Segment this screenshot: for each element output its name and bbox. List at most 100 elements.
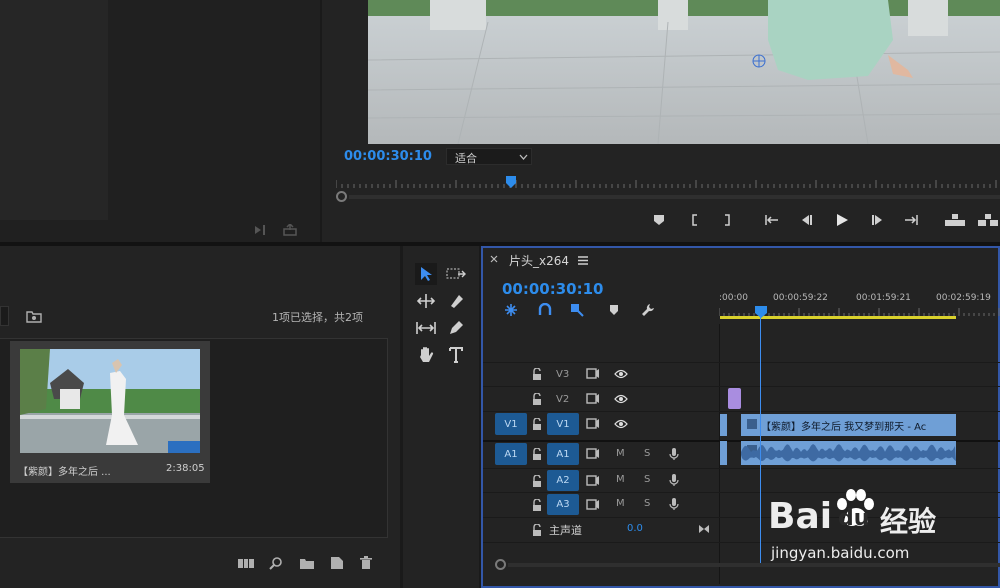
- selection-info: 1项已选择，共2项: [272, 311, 363, 324]
- track-target-a1[interactable]: A1: [547, 443, 579, 465]
- v1-clip[interactable]: 【紫颜】多年之后 我又梦到那天 - Ac: [741, 414, 956, 436]
- fit-dropdown[interactable]: 适合: [446, 148, 532, 165]
- track-label-v2: V2: [556, 394, 570, 405]
- mark-in-icon[interactable]: [689, 213, 701, 227]
- eye-icon[interactable]: [613, 392, 629, 405]
- step-forward-icon[interactable]: [870, 213, 886, 227]
- project-grid-area: 【紫颜】多年之后 ... 2:38:05: [0, 338, 388, 538]
- track-select-tool-icon[interactable]: [445, 264, 467, 284]
- sync-lock-icon[interactable]: [586, 498, 600, 511]
- program-ruler[interactable]: [336, 176, 1000, 190]
- v1-clip-small[interactable]: [720, 414, 727, 436]
- v2-clip[interactable]: [728, 388, 741, 409]
- microphone-icon[interactable]: [668, 496, 680, 511]
- ruler-tick-label: :00:00: [719, 293, 748, 303]
- automate-to-sequence-icon[interactable]: [236, 555, 256, 571]
- ruler-tick-label: 00:00:59:22: [773, 293, 828, 303]
- sync-lock-icon[interactable]: [586, 447, 600, 460]
- program-monitor-panel: 00:00:30:10 适合: [322, 0, 1000, 242]
- source-patch-v1[interactable]: V1: [495, 413, 527, 435]
- find-icon[interactable]: [268, 555, 284, 571]
- sync-lock-icon[interactable]: [586, 474, 600, 487]
- mute-button[interactable]: M: [616, 474, 625, 485]
- go-to-edit-point-icon[interactable]: [697, 523, 711, 535]
- master-volume-value[interactable]: 0.0: [627, 523, 643, 534]
- type-tool-icon[interactable]: [445, 345, 467, 365]
- program-scrollbar[interactable]: [336, 191, 1000, 203]
- master-track-label: 主声道: [549, 524, 582, 537]
- lift-icon[interactable]: [944, 212, 966, 228]
- eye-icon[interactable]: [613, 367, 629, 380]
- new-folder-icon[interactable]: [298, 555, 316, 571]
- microphone-icon[interactable]: [668, 472, 680, 487]
- new-item-icon[interactable]: [329, 555, 345, 571]
- step-back-icon[interactable]: [798, 213, 814, 227]
- lock-icon[interactable]: [531, 417, 543, 430]
- solo-button[interactable]: S: [644, 498, 650, 509]
- export-frame-icon[interactable]: [282, 223, 298, 237]
- source-patch-a1[interactable]: A1: [495, 443, 527, 465]
- clip-thumbnail-card[interactable]: 【紫颜】多年之后 ... 2:38:05: [10, 341, 210, 483]
- program-timecode[interactable]: 00:00:30:10: [344, 149, 432, 164]
- add-marker-icon[interactable]: [652, 213, 666, 227]
- wrench-icon[interactable]: [640, 302, 656, 318]
- microphone-icon[interactable]: [668, 446, 680, 461]
- sequence-tab-title[interactable]: 片头_x264: [509, 252, 569, 269]
- source-monitor-panel: [0, 0, 320, 242]
- fit-dropdown-label: 适合: [455, 152, 477, 165]
- insert-icon[interactable]: [253, 223, 269, 237]
- eye-icon[interactable]: [613, 417, 629, 430]
- fx-badge-icon: [747, 419, 757, 429]
- project-search-field[interactable]: [0, 306, 9, 326]
- lock-icon[interactable]: [531, 447, 543, 460]
- watermark-service: 经验: [880, 505, 937, 538]
- trash-icon[interactable]: [358, 555, 374, 571]
- extract-icon[interactable]: [977, 212, 999, 228]
- sync-lock-icon[interactable]: [586, 392, 600, 405]
- go-to-in-icon[interactable]: [764, 213, 780, 227]
- lock-icon[interactable]: [531, 474, 543, 487]
- lock-icon[interactable]: [531, 498, 543, 511]
- sync-lock-icon[interactable]: [586, 367, 600, 380]
- hand-tool-icon[interactable]: [415, 345, 437, 365]
- slip-tool-icon[interactable]: [415, 318, 437, 338]
- lock-icon[interactable]: [531, 392, 543, 405]
- timeline-playhead-handle[interactable]: [755, 306, 767, 318]
- add-marker-timeline-icon[interactable]: [607, 303, 621, 317]
- program-video-frame: [368, 0, 1000, 144]
- solo-button[interactable]: S: [644, 474, 650, 485]
- baidu-watermark: Bai du 经验 jingyan.baidu.com: [768, 486, 1000, 586]
- clip-thumbnail: [20, 349, 200, 453]
- track-target-v1[interactable]: V1: [547, 413, 579, 435]
- linked-selection-icon[interactable]: [569, 302, 585, 318]
- crosshair-icon: [752, 54, 766, 68]
- clip-name: 【紫颜】多年之后 ...: [18, 467, 111, 478]
- timeline-timecode[interactable]: 00:00:30:10: [502, 280, 604, 298]
- sync-lock-icon[interactable]: [586, 417, 600, 430]
- panel-menu-icon[interactable]: [577, 254, 589, 266]
- mute-button[interactable]: M: [616, 498, 625, 509]
- a1-clip-small[interactable]: [720, 441, 727, 465]
- track-target-a3[interactable]: A3: [547, 494, 579, 515]
- track-target-a2[interactable]: A2: [547, 470, 579, 491]
- program-playhead-handle[interactable]: [506, 176, 516, 188]
- close-tab-icon[interactable]: [489, 254, 499, 264]
- video-clip-label: 【紫颜】多年之后 我又梦到那天 - Ac: [761, 422, 927, 433]
- mute-button[interactable]: M: [616, 448, 625, 459]
- play-icon[interactable]: [834, 212, 850, 228]
- a1-clip[interactable]: [741, 441, 956, 465]
- solo-button[interactable]: S: [644, 448, 650, 459]
- razor-tool-icon[interactable]: [445, 291, 467, 311]
- selection-tool-icon[interactable]: [415, 263, 437, 285]
- snap-icon[interactable]: [537, 302, 553, 318]
- ripple-edit-tool-icon[interactable]: [415, 291, 437, 311]
- nest-toggle-icon[interactable]: [503, 302, 519, 318]
- new-bin-icon[interactable]: [25, 308, 43, 324]
- pen-tool-icon[interactable]: [445, 318, 467, 338]
- mark-out-icon[interactable]: [721, 213, 733, 227]
- lock-icon[interactable]: [531, 367, 543, 380]
- go-to-out-icon[interactable]: [903, 213, 919, 227]
- clip-duration: 2:38:05: [166, 463, 205, 474]
- lock-icon[interactable]: [531, 523, 543, 536]
- clip-usage-bar: [168, 441, 200, 453]
